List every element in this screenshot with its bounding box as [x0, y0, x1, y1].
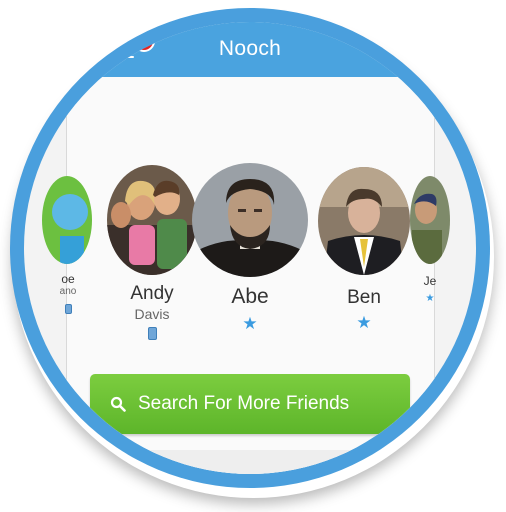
- promo-graphic: 1 Nooch oe ano Andy Davis Abe ★ Ben ★ Je…: [0, 0, 506, 512]
- friend-name: Ben: [347, 287, 381, 308]
- friend-item[interactable]: Abe ★: [188, 163, 312, 332]
- friend-avatar: [107, 165, 197, 275]
- bottom-band: [66, 450, 433, 474]
- friend-item[interactable]: Ben ★: [307, 167, 421, 331]
- star-icon: ★: [356, 313, 372, 332]
- friend-avatar: [410, 176, 450, 264]
- friend-avatar: [192, 163, 308, 277]
- search-icon: [110, 396, 126, 412]
- circle-frame: 1 Nooch oe ano Andy Davis Abe ★ Ben ★ Je…: [10, 8, 490, 488]
- device-icon: [64, 304, 72, 314]
- friend-last-name: ano: [59, 286, 77, 297]
- friend-name: Je: [423, 274, 437, 288]
- search-button-label: Search For More Friends: [138, 393, 350, 414]
- app-header: 1 Nooch: [24, 22, 476, 77]
- app-screen: 1 Nooch oe ano Andy Davis Abe ★ Ben ★ Je…: [24, 22, 476, 474]
- friend-avatar: [318, 167, 410, 275]
- app-title: Nooch: [218, 37, 282, 60]
- star-icon: ★: [425, 293, 435, 304]
- star-icon: ★: [242, 314, 258, 333]
- friend-item[interactable]: Je ★: [410, 176, 450, 307]
- search-friends-button[interactable]: Search For More Friends: [90, 374, 410, 434]
- friend-avatar: [42, 176, 92, 264]
- friend-item[interactable]: oe ano: [38, 176, 98, 319]
- device-icon: [147, 327, 157, 340]
- friend-name: Abe: [231, 285, 269, 308]
- friend-name: oe: [61, 272, 75, 286]
